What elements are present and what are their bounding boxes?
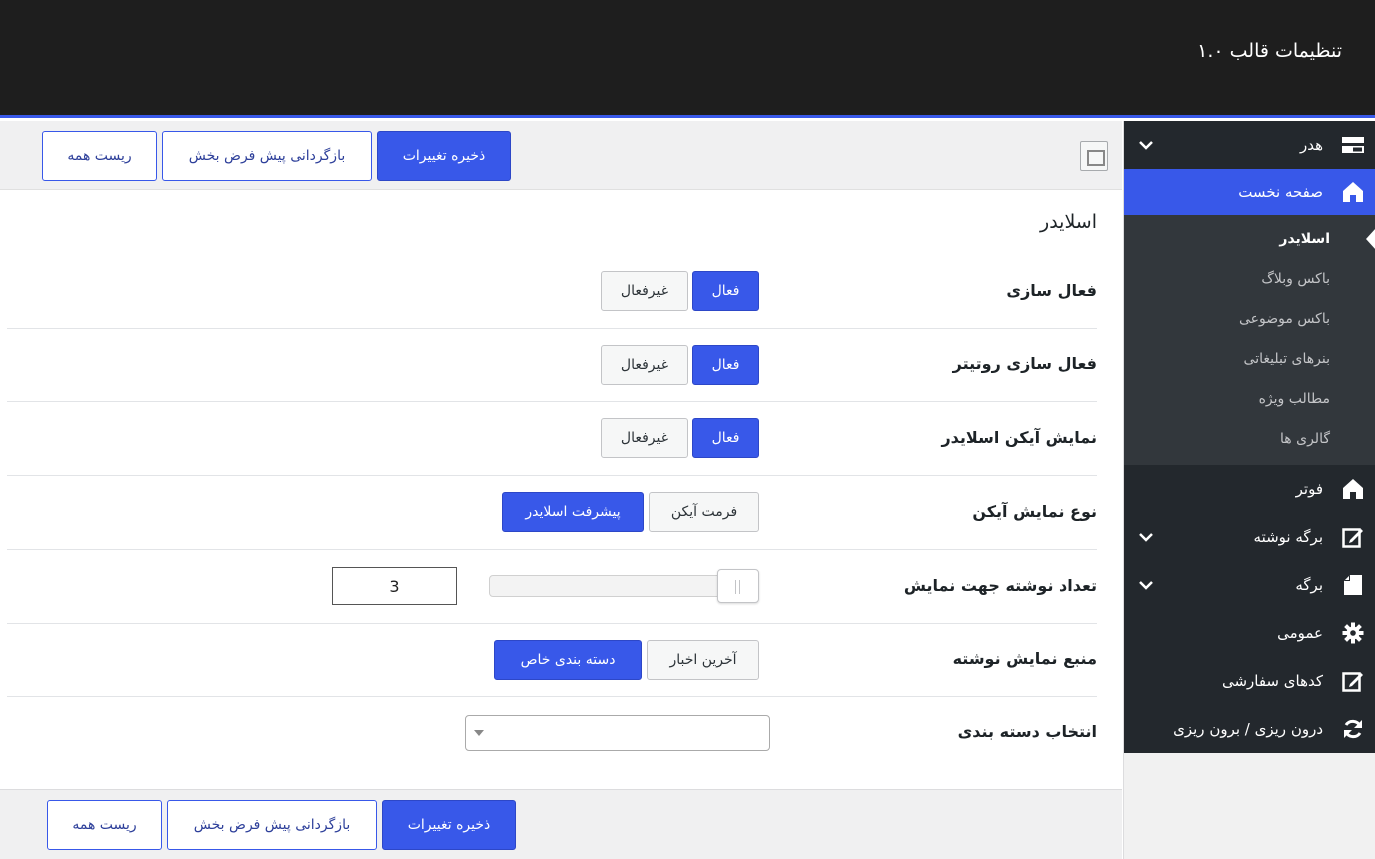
- category-select-dropdown[interactable]: [465, 715, 770, 751]
- section-title: اسلایدر: [1040, 211, 1097, 233]
- field-label: انتخاب دسته بندی: [957, 722, 1097, 741]
- home-icon: [1342, 181, 1364, 203]
- gear-icon: [1342, 622, 1364, 644]
- sidebar-item-label: کدهای سفارشی: [1221, 672, 1323, 690]
- field-post-count: تعداد نوشته جهت نمایش: [7, 550, 1097, 624]
- icon-format-option[interactable]: فرمت آیکن: [649, 492, 759, 532]
- toggle-on-button[interactable]: فعال: [692, 271, 759, 311]
- field-post-source: منبع نمایش نوشته دسته بندی خاص آخرین اخب…: [7, 624, 1097, 697]
- sidebar-item-header[interactable]: هدر: [1124, 121, 1375, 169]
- top-action-bar: ذخیره تغییرات بازگردانی پیش فرض بخش ریست…: [0, 121, 1122, 190]
- post-count-slider-handle[interactable]: [717, 569, 759, 603]
- field-activation: فعال سازی فعال غیرفعال: [7, 257, 1097, 329]
- field-label: نمایش آیکن اسلایدر: [941, 428, 1097, 447]
- field-router-activation: فعال سازی روتیتر فعال غیرفعال: [7, 329, 1097, 402]
- page-icon: [1342, 574, 1364, 596]
- post-count-input[interactable]: [332, 567, 457, 605]
- toggle-off-button[interactable]: غیرفعال: [601, 418, 688, 458]
- bottom-action-bar: ذخیره تغییرات بازگردانی پیش فرض بخش ریست…: [0, 789, 1122, 859]
- field-label: تعداد نوشته جهت نمایش: [903, 576, 1097, 595]
- toggle-on-button[interactable]: فعال: [692, 418, 759, 458]
- sidebar-item-footer[interactable]: فوتر: [1124, 465, 1375, 513]
- sidebar: هدر صفحه نخست اسلایدر باکس وبلاگ باکس مو…: [1123, 121, 1375, 859]
- sidebar-menu: هدر صفحه نخست اسلایدر باکس وبلاگ باکس مو…: [1124, 121, 1375, 753]
- save-button[interactable]: ذخیره تغییرات: [382, 800, 516, 850]
- sidebar-item-import-export[interactable]: درون ریزی / برون ریزی: [1124, 705, 1375, 753]
- refresh-icon: [1342, 718, 1364, 740]
- top-header-bar: تنظیمات قالب ۱.۰: [0, 0, 1375, 118]
- toggle-off-button[interactable]: غیرفعال: [601, 271, 688, 311]
- reset-all-button[interactable]: ریست همه: [47, 800, 162, 850]
- sidebar-item-label: فوتر: [1295, 480, 1323, 498]
- toggle-on-button[interactable]: فعال: [692, 345, 759, 385]
- reset-all-button[interactable]: ریست همه: [42, 131, 157, 181]
- toggle-off-button[interactable]: غیرفعال: [601, 345, 688, 385]
- sidebar-subitem-ad-banners[interactable]: بنرهای تبلیغاتی: [1124, 339, 1375, 379]
- sidebar-item-label: عمومی: [1277, 624, 1323, 642]
- field-icon-display-type: نوع نمایش آیکن پیشرفت اسلایدر فرمت آیکن: [7, 476, 1097, 550]
- sidebar-subitem-featured-posts[interactable]: مطالب ویژه: [1124, 379, 1375, 419]
- chevron-down-icon[interactable]: [1138, 577, 1154, 593]
- field-category-select: انتخاب دسته بندی: [7, 697, 1097, 769]
- latest-news-option[interactable]: آخرین اخبار: [647, 640, 759, 680]
- field-label: فعال سازی: [1006, 281, 1097, 300]
- field-label: نوع نمایش آیکن: [972, 502, 1097, 521]
- edit-icon: [1342, 670, 1364, 692]
- header-icon: [1342, 134, 1364, 156]
- field-label: منبع نمایش نوشته: [952, 649, 1097, 668]
- slider-progress-option[interactable]: پیشرفت اسلایدر: [502, 492, 644, 532]
- restore-defaults-button[interactable]: بازگردانی پیش فرض بخش: [162, 131, 372, 181]
- sidebar-item-home[interactable]: صفحه نخست: [1124, 169, 1375, 215]
- edit-icon: [1342, 526, 1364, 548]
- sidebar-item-label: هدر: [1299, 136, 1323, 154]
- sidebar-subitem-slider[interactable]: اسلایدر: [1124, 219, 1375, 259]
- sidebar-item-custom-codes[interactable]: کدهای سفارشی: [1124, 657, 1375, 705]
- page-title: تنظیمات قالب ۱.۰: [1197, 40, 1342, 62]
- sidebar-item-label: صفحه نخست: [1238, 183, 1323, 201]
- sidebar-item-label: درون ریزی / برون ریزی: [1173, 720, 1323, 738]
- sidebar-item-general[interactable]: عمومی: [1124, 609, 1375, 657]
- chevron-down-icon[interactable]: [1138, 529, 1154, 545]
- sidebar-item-post-page[interactable]: برگه نوشته: [1124, 513, 1375, 561]
- specific-category-option[interactable]: دسته بندی خاص: [494, 640, 642, 680]
- field-label: فعال سازی روتیتر: [952, 354, 1097, 373]
- sidebar-submenu: اسلایدر باکس وبلاگ باکس موضوعی بنرهای تب…: [1124, 215, 1375, 465]
- sidebar-item-label: برگه نوشته: [1253, 528, 1323, 546]
- save-button[interactable]: ذخیره تغییرات: [377, 131, 511, 181]
- sidebar-item-page[interactable]: برگه: [1124, 561, 1375, 609]
- sidebar-item-label: برگه: [1295, 576, 1323, 594]
- settings-panel: ذخیره تغییرات بازگردانی پیش فرض بخش ریست…: [0, 121, 1122, 859]
- sidebar-subitem-blog-box[interactable]: باکس وبلاگ: [1124, 259, 1375, 299]
- dropdown-arrow-icon: [474, 730, 484, 736]
- sidebar-subitem-galleries[interactable]: گالری ها: [1124, 419, 1375, 459]
- layout-toggle-icon[interactable]: [1080, 141, 1108, 171]
- sidebar-subitem-topic-box[interactable]: باکس موضوعی: [1124, 299, 1375, 339]
- field-show-slider-icon: نمایش آیکن اسلایدر فعال غیرفعال: [7, 402, 1097, 476]
- chevron-down-icon[interactable]: [1138, 137, 1154, 153]
- restore-defaults-button[interactable]: بازگردانی پیش فرض بخش: [167, 800, 377, 850]
- home-icon: [1342, 478, 1364, 500]
